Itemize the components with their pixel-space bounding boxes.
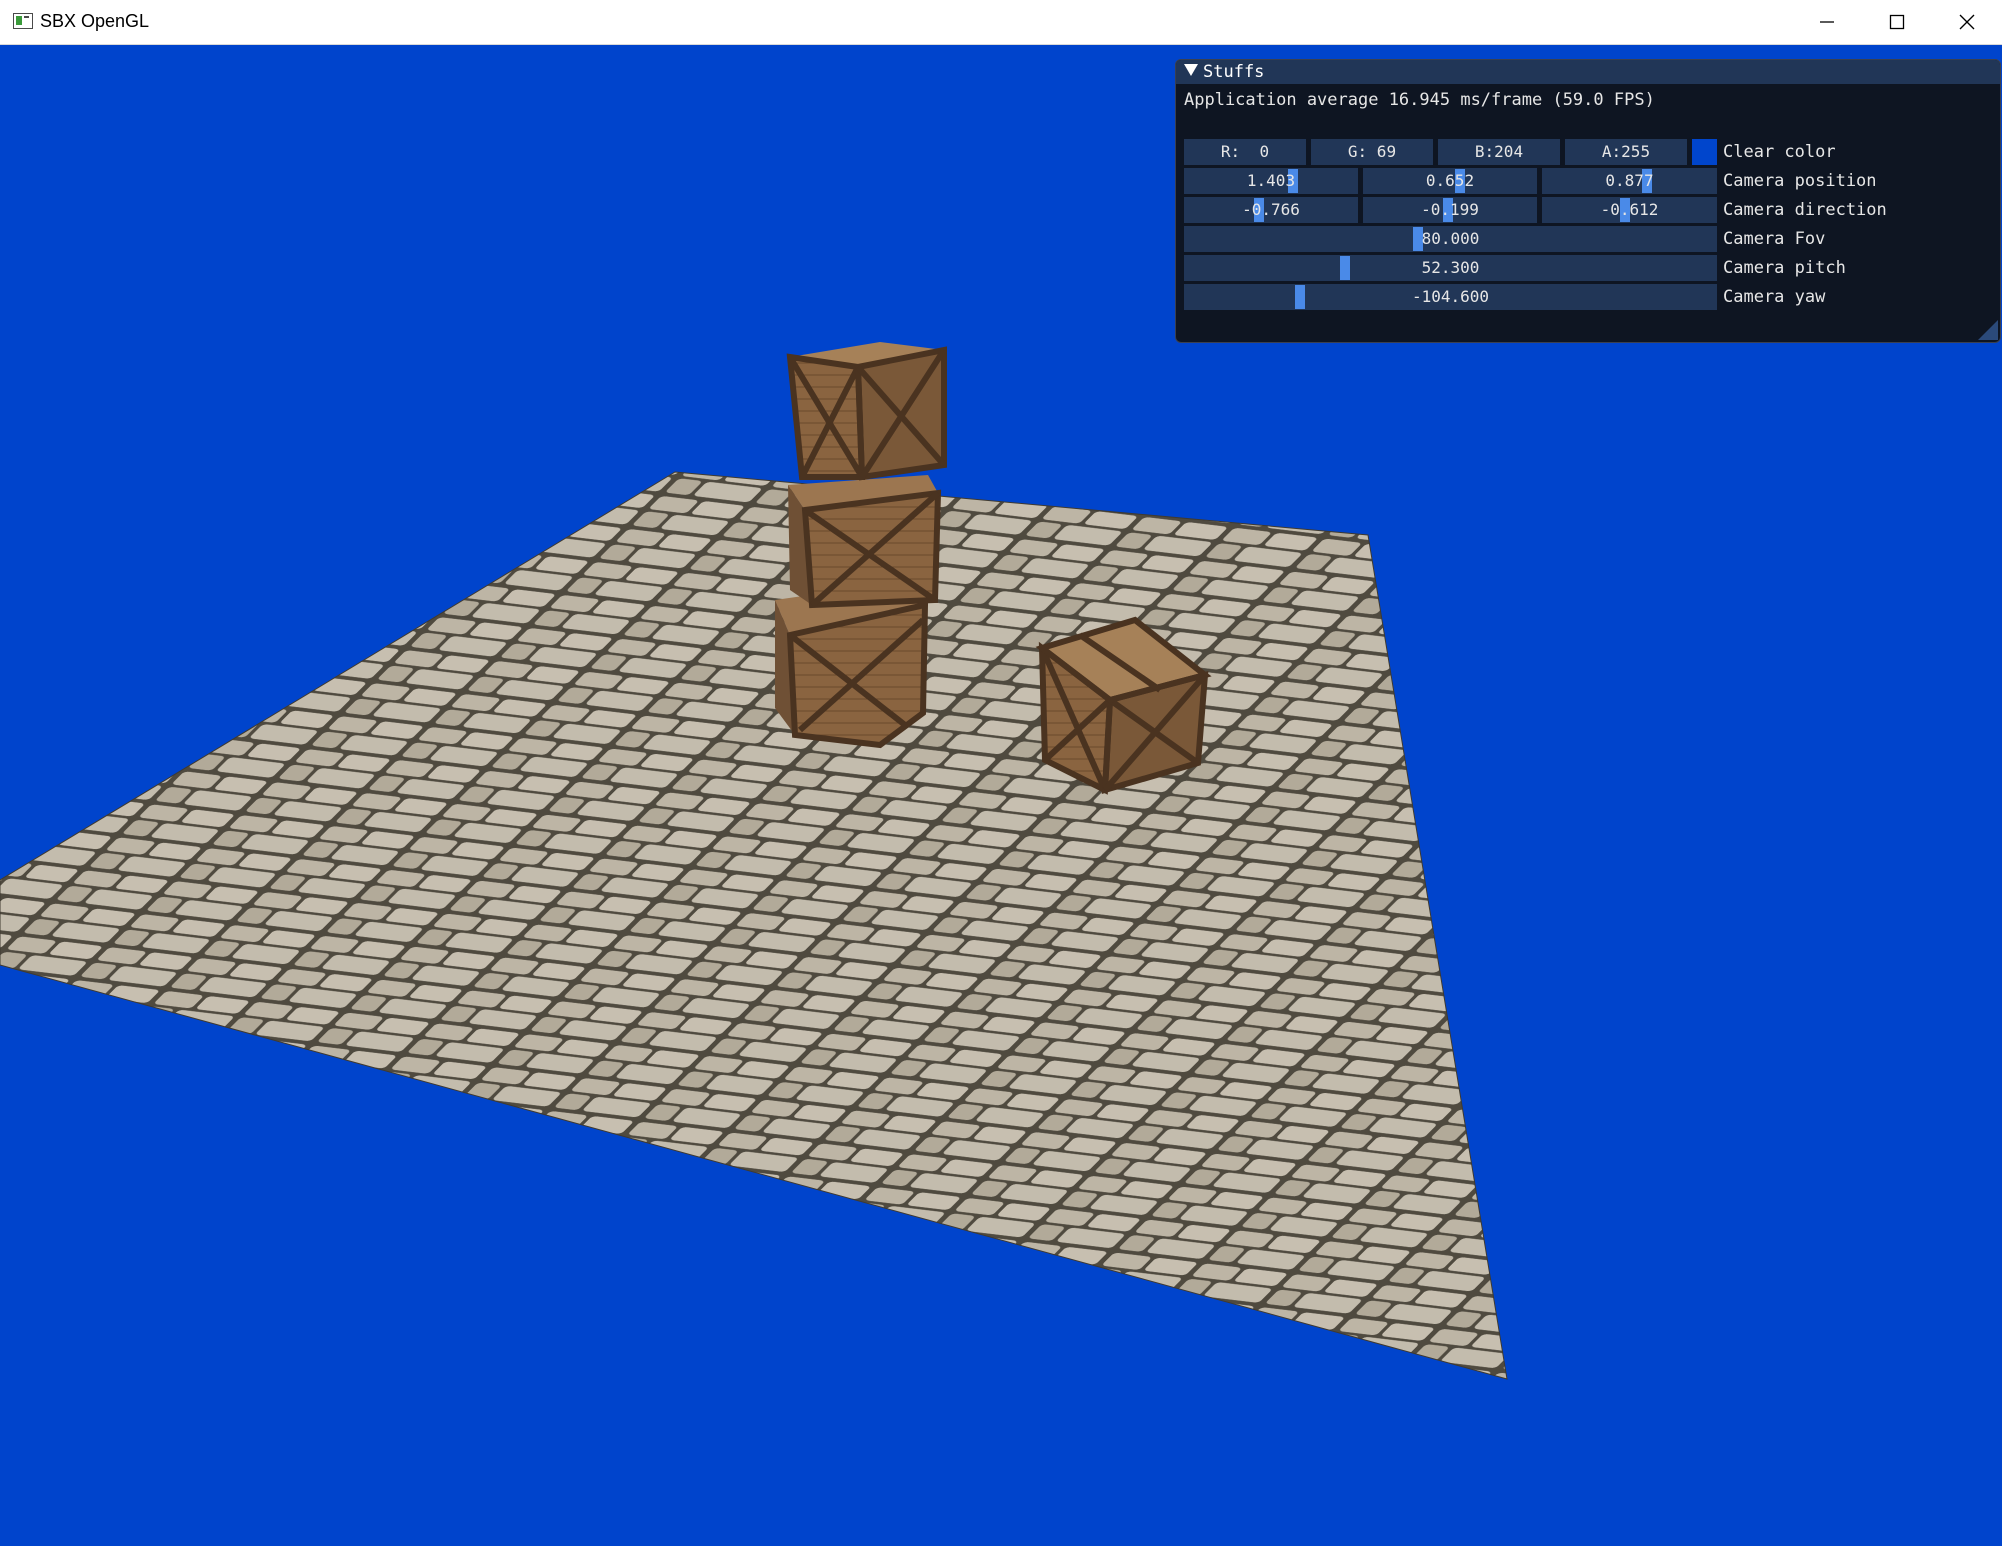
camera-direction-label: Camera direction	[1723, 200, 1887, 220]
camera-fov-label: Camera Fov	[1723, 229, 1826, 249]
clear-color-r-field[interactable]: R: 0	[1184, 139, 1306, 165]
stuffs-panel[interactable]: Stuffs Application average 16.945 ms/fra…	[1175, 59, 2001, 343]
clear-color-g-field[interactable]: G: 69	[1311, 139, 1433, 165]
camera-position-x-slider[interactable]: 1.403	[1184, 168, 1358, 194]
clear-color-a-field[interactable]: A:255	[1565, 139, 1687, 165]
panel-title: Stuffs	[1203, 62, 1265, 82]
camera-direction-x-slider[interactable]: -0.766	[1184, 197, 1358, 223]
maximize-button[interactable]	[1862, 0, 1932, 44]
clear-color-b-field[interactable]: B:204	[1438, 139, 1560, 165]
camera-fov-slider[interactable]: 80.000	[1184, 226, 1717, 252]
camera-position-z-slider[interactable]: 0.877	[1542, 168, 1717, 194]
camera-yaw-slider[interactable]: -104.600	[1184, 284, 1717, 310]
crate-stack-top	[786, 342, 947, 481]
maximize-icon	[1889, 14, 1905, 30]
minimize-icon	[1820, 21, 1834, 23]
minimize-button[interactable]	[1792, 0, 1862, 44]
camera-pitch-slider[interactable]: 52.300	[1184, 255, 1717, 281]
fps-readout: Application average 16.945 ms/frame (59.…	[1184, 90, 1655, 110]
crate-stack-middle	[788, 475, 942, 609]
camera-position-y-slider[interactable]: 0.652	[1363, 168, 1537, 194]
panel-title-bar[interactable]: Stuffs	[1176, 60, 2000, 84]
camera-position-label: Camera position	[1723, 171, 1877, 191]
close-icon	[1959, 14, 1975, 30]
clear-color-label: Clear color	[1723, 142, 1836, 162]
resize-grip[interactable]	[1978, 320, 1998, 340]
collapse-arrow-icon[interactable]	[1184, 64, 1198, 76]
clear-color-swatch[interactable]	[1692, 139, 1717, 165]
camera-yaw-label: Camera yaw	[1723, 287, 1826, 307]
camera-pitch-label: Camera pitch	[1723, 258, 1846, 278]
title-bar: SBX OpenGL	[0, 0, 2002, 45]
close-button[interactable]	[1932, 0, 2002, 44]
app-icon	[13, 13, 33, 29]
cobblestone-floor	[0, 471, 1508, 1380]
camera-direction-y-slider[interactable]: -0.199	[1363, 197, 1537, 223]
camera-direction-z-slider[interactable]: -0.612	[1542, 197, 1717, 223]
window-title: SBX OpenGL	[40, 11, 150, 31]
